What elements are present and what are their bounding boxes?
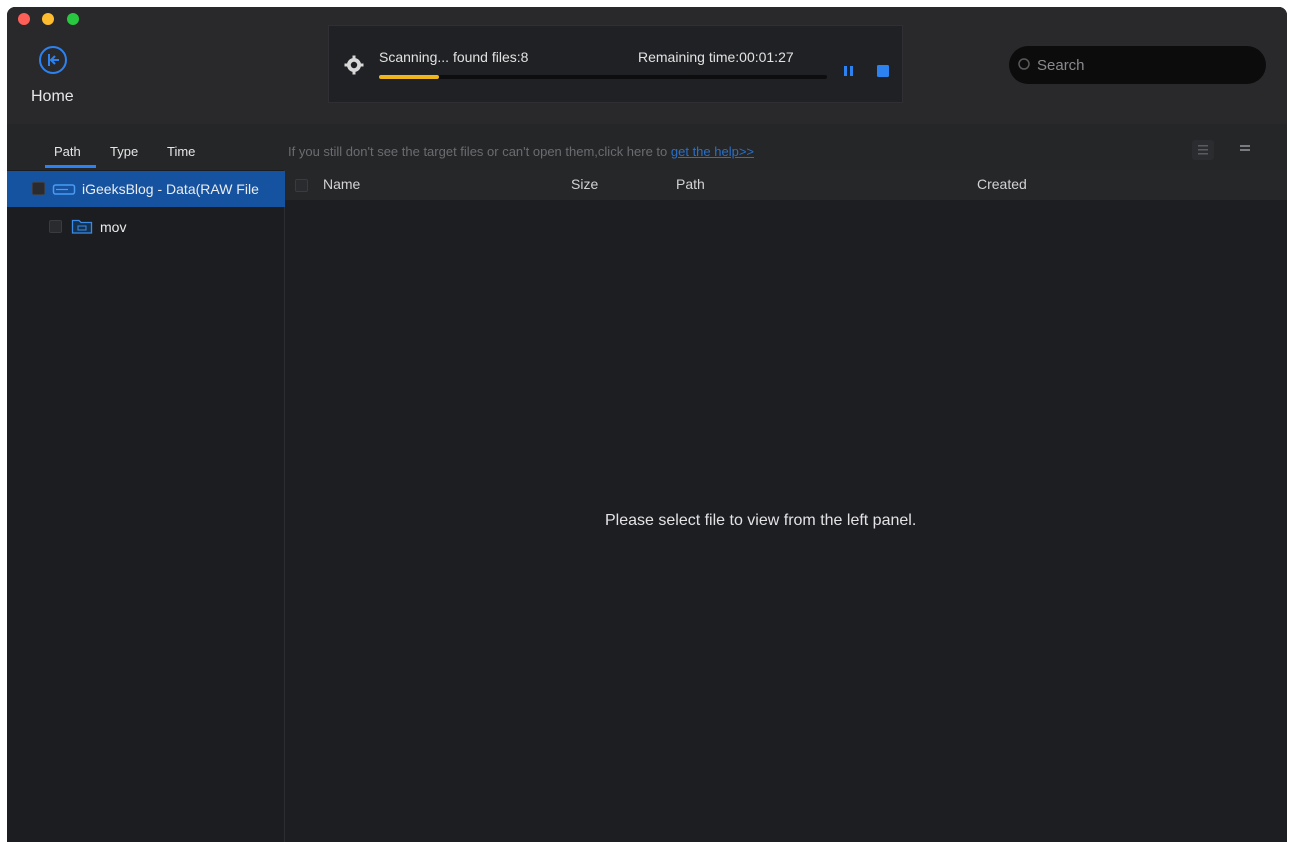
search-icon bbox=[1018, 58, 1030, 70]
tab-time[interactable]: Time bbox=[167, 144, 195, 159]
grid-view-icon[interactable] bbox=[1234, 140, 1256, 160]
empty-state-message: Please select file to view from the left… bbox=[605, 512, 917, 529]
list-view-icon[interactable] bbox=[1192, 140, 1214, 160]
folder-icon bbox=[71, 219, 93, 234]
tree-item-drive[interactable]: iGeeksBlog - Data(RAW File bbox=[7, 171, 285, 207]
scan-progress-bar bbox=[379, 75, 827, 79]
scan-status-text: Scanning... found files:8 bbox=[379, 49, 529, 65]
app-window: Home Scanning... found files:8 Remaining… bbox=[7, 7, 1287, 842]
column-header-path[interactable]: Path bbox=[676, 176, 705, 192]
hint-text: If you still don't see the target files … bbox=[288, 144, 754, 159]
drive-icon bbox=[52, 184, 76, 195]
table-header: Name Size Path Created bbox=[285, 170, 1287, 200]
column-header-size[interactable]: Size bbox=[571, 176, 598, 192]
hint-message: If you still don't see the target files … bbox=[288, 144, 671, 159]
sidebar: Path Type Time iGeeksBlog - Data(RAW Fil… bbox=[7, 124, 285, 842]
sidebar-tabs: Path Type Time bbox=[7, 124, 285, 170]
file-list-panel: If you still don't see the target files … bbox=[285, 124, 1287, 842]
column-header-created[interactable]: Created bbox=[977, 176, 1027, 192]
scan-progress-panel: Scanning... found files:8 Remaining time… bbox=[328, 25, 903, 103]
tab-path[interactable]: Path bbox=[54, 144, 81, 159]
pause-icon[interactable] bbox=[840, 62, 858, 80]
scan-progress-fill bbox=[379, 75, 440, 79]
hint-bar: If you still don't see the target files … bbox=[285, 124, 1287, 170]
home-label: Home bbox=[31, 88, 74, 105]
gear-icon bbox=[344, 55, 364, 75]
tree-item-label: iGeeksBlog - Data(RAW File bbox=[82, 181, 259, 197]
select-all-checkbox[interactable] bbox=[295, 179, 308, 192]
tree-item-checkbox[interactable] bbox=[49, 220, 62, 233]
home-button[interactable]: Home bbox=[27, 43, 85, 107]
maximize-window-button[interactable] bbox=[67, 13, 79, 25]
top-toolbar: Home Scanning... found files:8 Remaining… bbox=[7, 7, 1287, 124]
column-header-name[interactable]: Name bbox=[323, 176, 360, 192]
get-help-link[interactable]: get the help>> bbox=[671, 144, 754, 159]
active-tab-indicator bbox=[45, 165, 96, 168]
minimize-window-button[interactable] bbox=[42, 13, 54, 25]
tab-type[interactable]: Type bbox=[110, 144, 138, 159]
tree-item-label: mov bbox=[100, 219, 127, 235]
stop-icon[interactable] bbox=[874, 62, 892, 80]
remaining-time-text: Remaining time:00:01:27 bbox=[638, 49, 794, 65]
search-input[interactable] bbox=[1037, 54, 1252, 76]
close-window-button[interactable] bbox=[18, 13, 30, 25]
tree-item-mov[interactable]: mov bbox=[7, 209, 285, 245]
search-box[interactable] bbox=[1009, 46, 1266, 84]
tree-item-checkbox[interactable] bbox=[32, 182, 45, 195]
back-arrow-icon bbox=[39, 46, 67, 74]
